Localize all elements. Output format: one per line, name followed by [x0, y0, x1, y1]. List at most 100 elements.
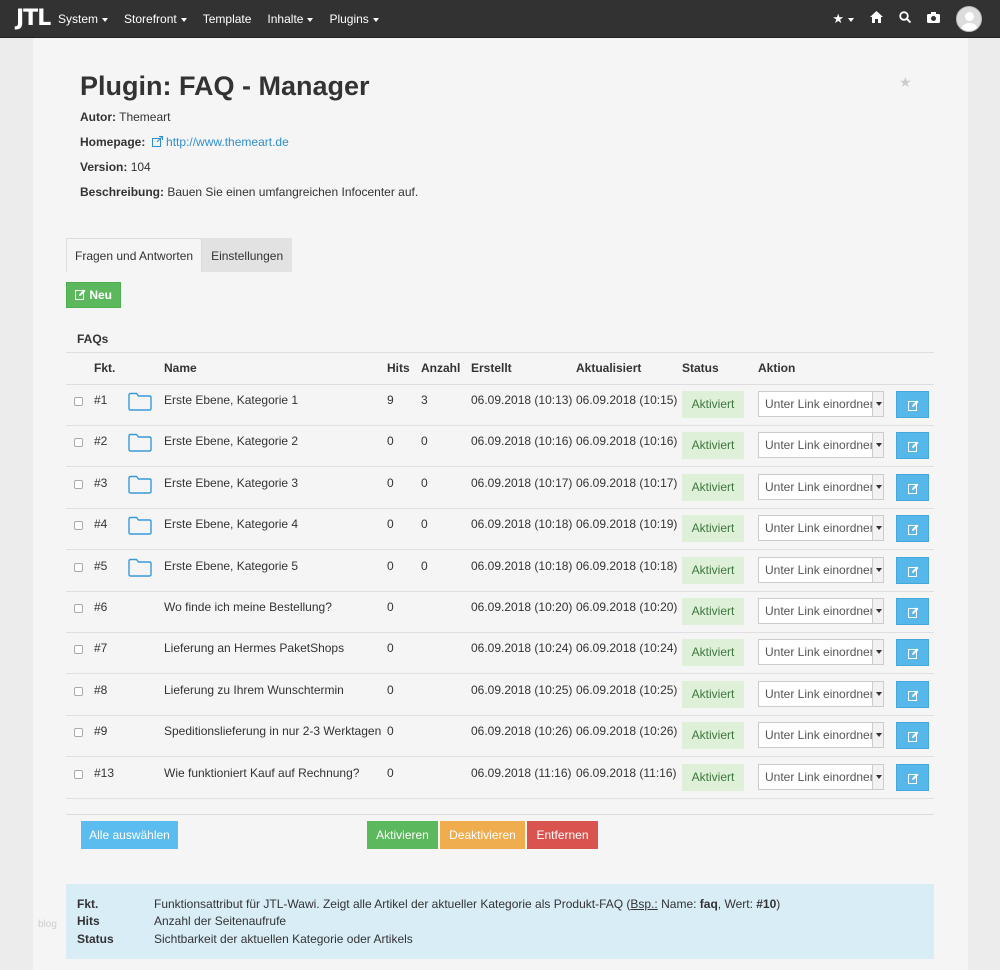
- menu-inhalte[interactable]: Inhalte: [259, 0, 321, 38]
- new-button[interactable]: Neu: [66, 282, 121, 308]
- navbar-right: ★: [824, 0, 1000, 38]
- edit-button[interactable]: [896, 680, 929, 708]
- legend-term-hits: Hits: [77, 914, 100, 928]
- action-select[interactable]: Unter Link einordnen: [758, 763, 884, 790]
- action-select[interactable]: Unter Link einordnen: [758, 598, 884, 624]
- row-id: #8: [94, 682, 108, 697]
- row-name[interactable]: Wo finde ich meine Bestellung?: [164, 600, 332, 614]
- legend-term-status: Status: [77, 932, 114, 946]
- row-name[interactable]: Lieferung an Hermes PaketShops: [164, 641, 344, 655]
- home-icon[interactable]: [862, 0, 891, 38]
- action-select[interactable]: Unter Link einordnen: [758, 722, 884, 749]
- row-created: 06.09.2018 (10:17): [471, 475, 573, 490]
- row-name[interactable]: Speditionslieferung in nur 2-3 Werktagen: [164, 724, 381, 738]
- row-updated: 06.09.2018 (10:17): [576, 475, 678, 490]
- action-select-value: Unter Link einordnen: [765, 728, 877, 743]
- divider: [66, 814, 934, 815]
- status-badge: Aktiviert: [682, 722, 744, 750]
- row-checkbox[interactable]: [74, 562, 83, 572]
- row-name[interactable]: Erste Ebene, Kategorie 5: [164, 559, 298, 573]
- menu-plugins[interactable]: Plugins: [321, 0, 386, 38]
- row-hits: 0: [387, 682, 394, 697]
- row-hits: 0: [387, 765, 394, 780]
- row-checkbox[interactable]: [74, 479, 83, 489]
- edit-button[interactable]: [896, 515, 929, 543]
- row-name[interactable]: Erste Ebene, Kategorie 1: [164, 393, 298, 407]
- action-select[interactable]: Unter Link einordnen: [758, 515, 884, 542]
- table-row: #5 Erste Ebene, Kategorie 5 0 0 06.09.2018 (…: [66, 551, 934, 592]
- edit-button[interactable]: [896, 432, 929, 460]
- meta-author: Autor: Themeart: [80, 109, 170, 125]
- deactivate-button[interactable]: Deaktivieren: [440, 821, 525, 849]
- legend-def-hits: Anzahl der Seitenaufrufe: [154, 914, 287, 928]
- action-select[interactable]: Unter Link einordnen: [758, 680, 884, 707]
- row-checkbox[interactable]: [74, 769, 83, 779]
- row-count: 0: [421, 475, 428, 490]
- tab-questions-answers[interactable]: Fragen und Antworten: [66, 238, 203, 272]
- row-updated: 06.09.2018 (10:18): [576, 558, 678, 573]
- menu-system[interactable]: System: [50, 0, 116, 38]
- action-select[interactable]: Unter Link einordnen: [758, 432, 884, 459]
- edit-button[interactable]: [896, 722, 929, 750]
- select-all-button[interactable]: Alle auswählen: [81, 821, 178, 849]
- status-badge: Aktiviert: [682, 598, 744, 625]
- search-icon[interactable]: [891, 0, 919, 38]
- row-checkbox[interactable]: [74, 728, 83, 738]
- select-arrow-icon: [872, 516, 883, 541]
- author-label: Autor:: [80, 110, 116, 124]
- edit-button[interactable]: [896, 473, 929, 501]
- edit-button[interactable]: [896, 639, 929, 667]
- favorite-star-icon[interactable]: ★: [899, 74, 912, 91]
- activate-button[interactable]: Aktivieren: [367, 821, 438, 849]
- status-badge: Aktiviert: [682, 515, 744, 543]
- menu-template[interactable]: Template: [195, 0, 260, 38]
- row-name[interactable]: Erste Ebene, Kategorie 3: [164, 476, 298, 490]
- row-created: 06.09.2018 (10:26): [471, 724, 573, 739]
- row-checkbox[interactable]: [74, 397, 83, 406]
- row-name[interactable]: Erste Ebene, Kategorie 4: [164, 517, 298, 531]
- row-name[interactable]: Erste Ebene, Kategorie 2: [164, 434, 298, 448]
- col-hits: Hits: [387, 361, 410, 375]
- row-updated: 06.09.2018 (10:16): [576, 434, 678, 449]
- table-row: #7 Lieferung an Hermes PaketShops 0 06.09.2…: [66, 633, 934, 675]
- action-select[interactable]: Unter Link einordnen: [758, 473, 884, 500]
- status-badge: Aktiviert: [682, 639, 744, 667]
- table-row: #13 Wie funktioniert Kauf auf Rechnung? 0 0…: [66, 758, 934, 799]
- meta-description: Beschreibung: Bauen Sie einen umfangreic…: [80, 184, 418, 200]
- row-id: #5: [94, 558, 108, 573]
- edit-button[interactable]: [896, 763, 929, 791]
- row-updated: 06.09.2018 (10:15): [576, 393, 678, 407]
- row-checkbox[interactable]: [74, 645, 83, 655]
- row-count: 3: [421, 393, 428, 407]
- tab-bar: Fragen und Antworten Einstellungen: [66, 238, 293, 272]
- row-created: 06.09.2018 (10:24): [471, 641, 573, 656]
- row-checkbox[interactable]: [74, 521, 83, 531]
- row-checkbox[interactable]: [74, 686, 83, 696]
- author-value: Themeart: [119, 110, 171, 124]
- folder-icon: [128, 558, 152, 580]
- row-hits: 0: [387, 517, 394, 532]
- edit-button[interactable]: [896, 556, 929, 584]
- remove-button[interactable]: Entfernen: [527, 821, 598, 849]
- legend-term-fkt: Fkt.: [77, 897, 99, 911]
- row-name[interactable]: Lieferung zu Ihrem Wunschtermin: [164, 683, 344, 697]
- camera-icon[interactable]: [919, 0, 948, 38]
- row-checkbox[interactable]: [74, 438, 83, 448]
- jtl-logo[interactable]: JTL: [16, 6, 51, 32]
- user-avatar[interactable]: [956, 6, 982, 32]
- edit-button[interactable]: [896, 391, 929, 418]
- favorites-star-icon[interactable]: ★: [824, 0, 862, 38]
- edit-button[interactable]: [896, 598, 929, 625]
- action-select[interactable]: Unter Link einordnen: [758, 639, 884, 666]
- menu-storefront[interactable]: Storefront: [116, 0, 195, 38]
- row-checkbox[interactable]: [74, 604, 83, 613]
- homepage-link[interactable]: http://www.themeart.de: [166, 135, 289, 149]
- action-select[interactable]: Unter Link einordnen: [758, 556, 884, 583]
- tab-settings[interactable]: Einstellungen: [202, 238, 293, 272]
- action-select[interactable]: Unter Link einordnen: [758, 391, 884, 417]
- folder-icon: [128, 433, 152, 455]
- row-updated: 06.09.2018 (10:19): [576, 517, 678, 532]
- row-name[interactable]: Wie funktioniert Kauf auf Rechnung?: [164, 766, 359, 780]
- menu-plugins-label: Plugins: [329, 12, 369, 26]
- row-id: #13: [94, 765, 115, 780]
